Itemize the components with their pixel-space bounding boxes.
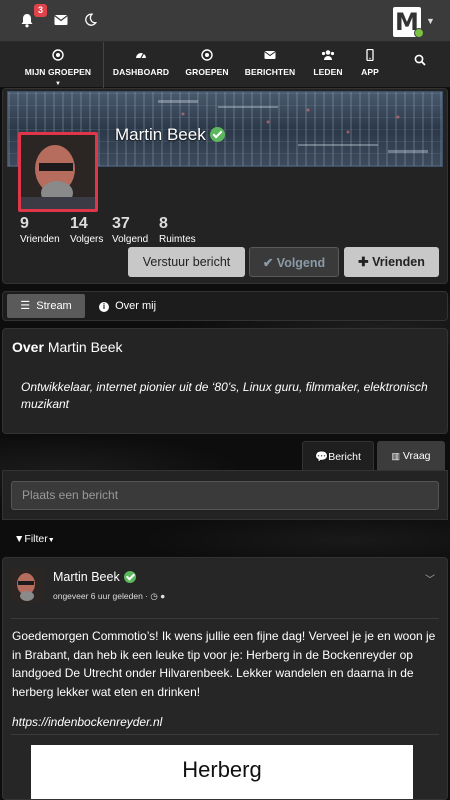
tab-post-label: Bericht [328, 451, 361, 463]
stat-friends[interactable]: 9 Vrienden [20, 215, 60, 245]
target-icon [22, 49, 94, 63]
send-message-button[interactable]: Verstuur bericht [128, 247, 245, 277]
about-heading: Over Martin Beek [12, 339, 123, 355]
comment-icon: 💬 [315, 451, 329, 463]
stream-post: Martin Beek ongeveer 6 uur geleden · ◷ ●… [2, 557, 448, 800]
moon-icon[interactable] [84, 13, 100, 29]
post-composer: Plaats een bericht [2, 470, 448, 520]
add-friend-button[interactable]: ✚ Vrienden [344, 247, 439, 277]
profile-card: Martin Beek 9 Vrienden 14 Volgers 37 Vol… [2, 88, 448, 284]
nav-label: MIJN GROEPEN [24, 67, 92, 77]
avatar-image [21, 135, 95, 209]
about-text: Ontwikkelaar, internet pionier uit de ‘8… [21, 380, 428, 411]
top-bar: 3 M ▼ [0, 0, 450, 42]
info-icon: i [99, 302, 109, 312]
nav-leden[interactable]: LEDEN [310, 42, 346, 88]
post-author-avatar[interactable] [11, 569, 44, 602]
filter-dropdown[interactable]: ▼Filter▼ [14, 533, 55, 545]
stat-value: 9 [20, 215, 29, 232]
profile-avatar[interactable] [18, 132, 98, 212]
profile-name-text: Martin Beek [115, 125, 206, 144]
post-link[interactable]: https://indenbockenreyder.nl [12, 715, 162, 729]
tab-stream[interactable]: ☰ Stream [7, 294, 85, 318]
nav-divider [103, 42, 104, 88]
profile-name: Martin Beek [115, 125, 225, 145]
nav-app[interactable]: APP [356, 42, 384, 88]
nav-berichten[interactable]: BERICHTEN [244, 42, 296, 88]
tab-about[interactable]: i Over mij [99, 294, 156, 318]
nav-mijn-groepen[interactable]: MIJN GROEPEN ▼ [22, 42, 94, 88]
avatar-image [11, 569, 44, 602]
envelope-icon [244, 49, 296, 63]
divider [11, 734, 439, 735]
link-preview-title: Herberg [182, 757, 262, 782]
stat-value: 8 [159, 215, 168, 232]
post-author[interactable]: Martin Beek [53, 570, 136, 584]
nav-groepen[interactable]: GROEPEN [182, 42, 232, 88]
caret-down-icon: ▼ [47, 537, 55, 544]
plus-icon: ✚ [358, 255, 369, 269]
filter-label: Filter [24, 533, 48, 545]
main-nav: MIJN GROEPEN ▼ DASHBOARD GROEPEN BERICHT… [0, 42, 450, 88]
bar-chart-icon: ▥ [391, 451, 400, 461]
stat-label: Volgers [70, 234, 104, 245]
add-friend-label: Vrienden [372, 255, 425, 269]
verified-check-icon [123, 571, 136, 583]
nav-label: BERICHTEN [244, 67, 296, 77]
divider [11, 618, 439, 619]
about-panel: Over Martin Beek Ontwikkelaar, internet … [2, 328, 448, 434]
filter-icon: ▼ [14, 533, 25, 545]
stat-label: Ruimtes [159, 234, 196, 245]
about-heading-bold: Over [12, 339, 44, 355]
tab-about-label: Over mij [115, 300, 157, 312]
tab-question-label: Vraag [402, 450, 431, 462]
stat-value: 14 [70, 215, 88, 232]
profile-tabs: ☰ Stream i Over mij [2, 291, 448, 321]
check-icon: ✔ [262, 256, 274, 270]
globe-icon: ● [160, 591, 166, 601]
users-icon [310, 49, 346, 63]
post-body: Goedemorgen Commotio’s! Ik wens jullie e… [12, 629, 436, 699]
stat-label: Vrienden [20, 234, 60, 245]
tab-post[interactable]: 💬Bericht [302, 441, 374, 471]
clock-icon: ◷ [150, 591, 158, 601]
following-label: Volgend [276, 256, 326, 270]
dashboard-icon [112, 49, 170, 63]
post-options-chevron-icon[interactable]: ﹀ [425, 571, 435, 586]
stat-following[interactable]: 37 Volgend [112, 215, 148, 245]
nav-label: APP [361, 67, 379, 77]
online-status-dot [414, 28, 424, 38]
target-icon [182, 49, 232, 63]
list-icon: ☰ [20, 300, 31, 312]
post-author-name: Martin Beek [53, 570, 120, 584]
tab-question[interactable]: ▥ Vraag [377, 441, 445, 471]
notification-badge: 3 [34, 4, 48, 17]
stat-label: Volgend [112, 234, 149, 245]
nav-label: LEDEN [313, 67, 343, 77]
nav-label: DASHBOARD [112, 67, 170, 77]
nav-dashboard[interactable]: DASHBOARD [112, 42, 170, 88]
stat-value: 37 [112, 215, 130, 232]
nav-label: GROEPEN [185, 67, 229, 77]
link-preview[interactable]: Herberg [31, 745, 413, 799]
stat-spaces[interactable]: 8 Ruimtes [159, 215, 196, 245]
stat-followers[interactable]: 14 Volgers [70, 215, 103, 245]
search-icon[interactable] [410, 54, 430, 74]
envelope-icon[interactable] [54, 13, 70, 29]
mobile-icon [356, 48, 384, 63]
tab-stream-label: Stream [36, 300, 72, 312]
post-input[interactable]: Plaats een bericht [11, 481, 439, 510]
post-meta: ongeveer 6 uur geleden · ◷ ● [53, 591, 165, 602]
about-heading-name: Martin Beek [47, 339, 123, 355]
following-button[interactable]: ✔ Volgend [249, 247, 339, 277]
post-timestamp[interactable]: ongeveer 6 uur geleden · [53, 591, 148, 601]
chevron-down-icon[interactable]: ▼ [426, 16, 435, 26]
verified-check-icon [209, 127, 225, 142]
